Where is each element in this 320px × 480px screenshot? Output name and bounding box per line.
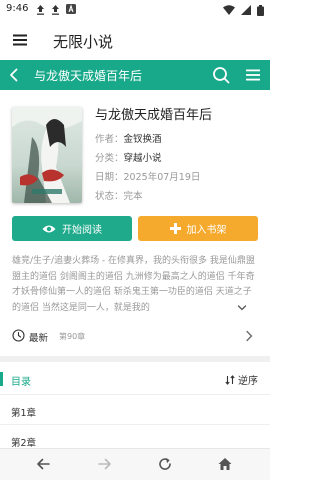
back-arrow-icon[interactable] [6, 67, 22, 83]
toc-label: 目录 [11, 377, 31, 388]
bottom-navigation [0, 448, 270, 480]
add-to-shelf-label: 加入书架 [186, 225, 227, 236]
chapter-item[interactable]: 第1章 [11, 405, 36, 419]
add-to-shelf-button[interactable]: 加入书架 [138, 216, 258, 241]
chapter-item[interactable]: 第2章 [11, 435, 36, 449]
nav-forward-arrow-icon[interactable] [97, 456, 113, 472]
upload-icon [37, 4, 44, 15]
section-divider [0, 356, 270, 362]
status-row: 状态：完本 [95, 188, 143, 202]
chapter-divider [0, 394, 270, 395]
latest-label: 最新 [29, 333, 49, 344]
a-badge-icon [66, 4, 76, 14]
category-label: 分类： [95, 153, 124, 164]
hamburger-menu-icon[interactable] [12, 32, 28, 48]
home-icon[interactable] [217, 456, 233, 472]
start-reading-label: 开始阅读 [62, 225, 102, 236]
status-bar: 9:46 [0, 0, 270, 20]
author-label: 作者： [95, 134, 124, 145]
status-time: 9:46 [6, 3, 29, 14]
toc-accent-bar [0, 372, 3, 386]
nav-back-arrow-icon[interactable] [35, 456, 51, 472]
clock-icon [12, 329, 25, 342]
plus-icon [169, 223, 181, 234]
book-title: 与龙傲天成婚百年后 [95, 108, 213, 123]
app-title: 无限小说 [53, 33, 114, 51]
status-system-icons [223, 4, 264, 16]
battery-icon [257, 4, 264, 16]
author-value[interactable]: 金钗换酒 [124, 134, 162, 145]
start-reading-button[interactable]: 开始阅读 [12, 216, 132, 241]
status-label: 状态： [95, 191, 124, 202]
date-value: 2025年07月19日 [123, 172, 201, 183]
expand-chevron-icon[interactable] [236, 302, 248, 314]
author-row: 作者：金钗换酒 [95, 131, 162, 145]
sort-icon [225, 374, 235, 385]
app-bar: 无限小说 [0, 20, 270, 60]
date-row: 日期：2025年07月19日 [95, 169, 200, 183]
category-value[interactable]: 穿越小说 [124, 153, 162, 164]
book-header-title: 与龙傲天成婚百年后 [34, 69, 143, 83]
toc-header: 目录 逆序 [0, 368, 270, 390]
status-value: 完本 [123, 191, 143, 202]
eye-icon [42, 225, 56, 232]
wifi-icon [223, 5, 235, 15]
chapter-divider [0, 424, 270, 425]
signal-icon [241, 5, 251, 15]
book-cover-image [12, 107, 82, 203]
menu-icon[interactable] [245, 67, 261, 83]
date-label: 日期： [95, 172, 124, 183]
latest-chapter-row[interactable]: 最新 第90章 [12, 326, 258, 346]
upload-icon [52, 4, 59, 15]
book-header-bar: 与龙傲天成婚百年后 [0, 60, 270, 90]
book-description: 雄竞/生子/追妻火葬场 - 在修真界，我的头衔很多 我是仙鼎盟盟主的道侣 剑阁阁… [12, 256, 255, 313]
latest-chapter-name: 第90章 [59, 332, 86, 341]
chevron-right-icon [246, 330, 253, 342]
category-row: 分类：穿越小说 [95, 150, 162, 164]
sort-order-label: 逆序 [238, 376, 258, 387]
status-notification-icons [36, 3, 76, 15]
refresh-icon[interactable] [157, 456, 173, 472]
sort-order-button[interactable]: 逆序 [225, 372, 258, 387]
search-icon[interactable] [212, 66, 230, 84]
